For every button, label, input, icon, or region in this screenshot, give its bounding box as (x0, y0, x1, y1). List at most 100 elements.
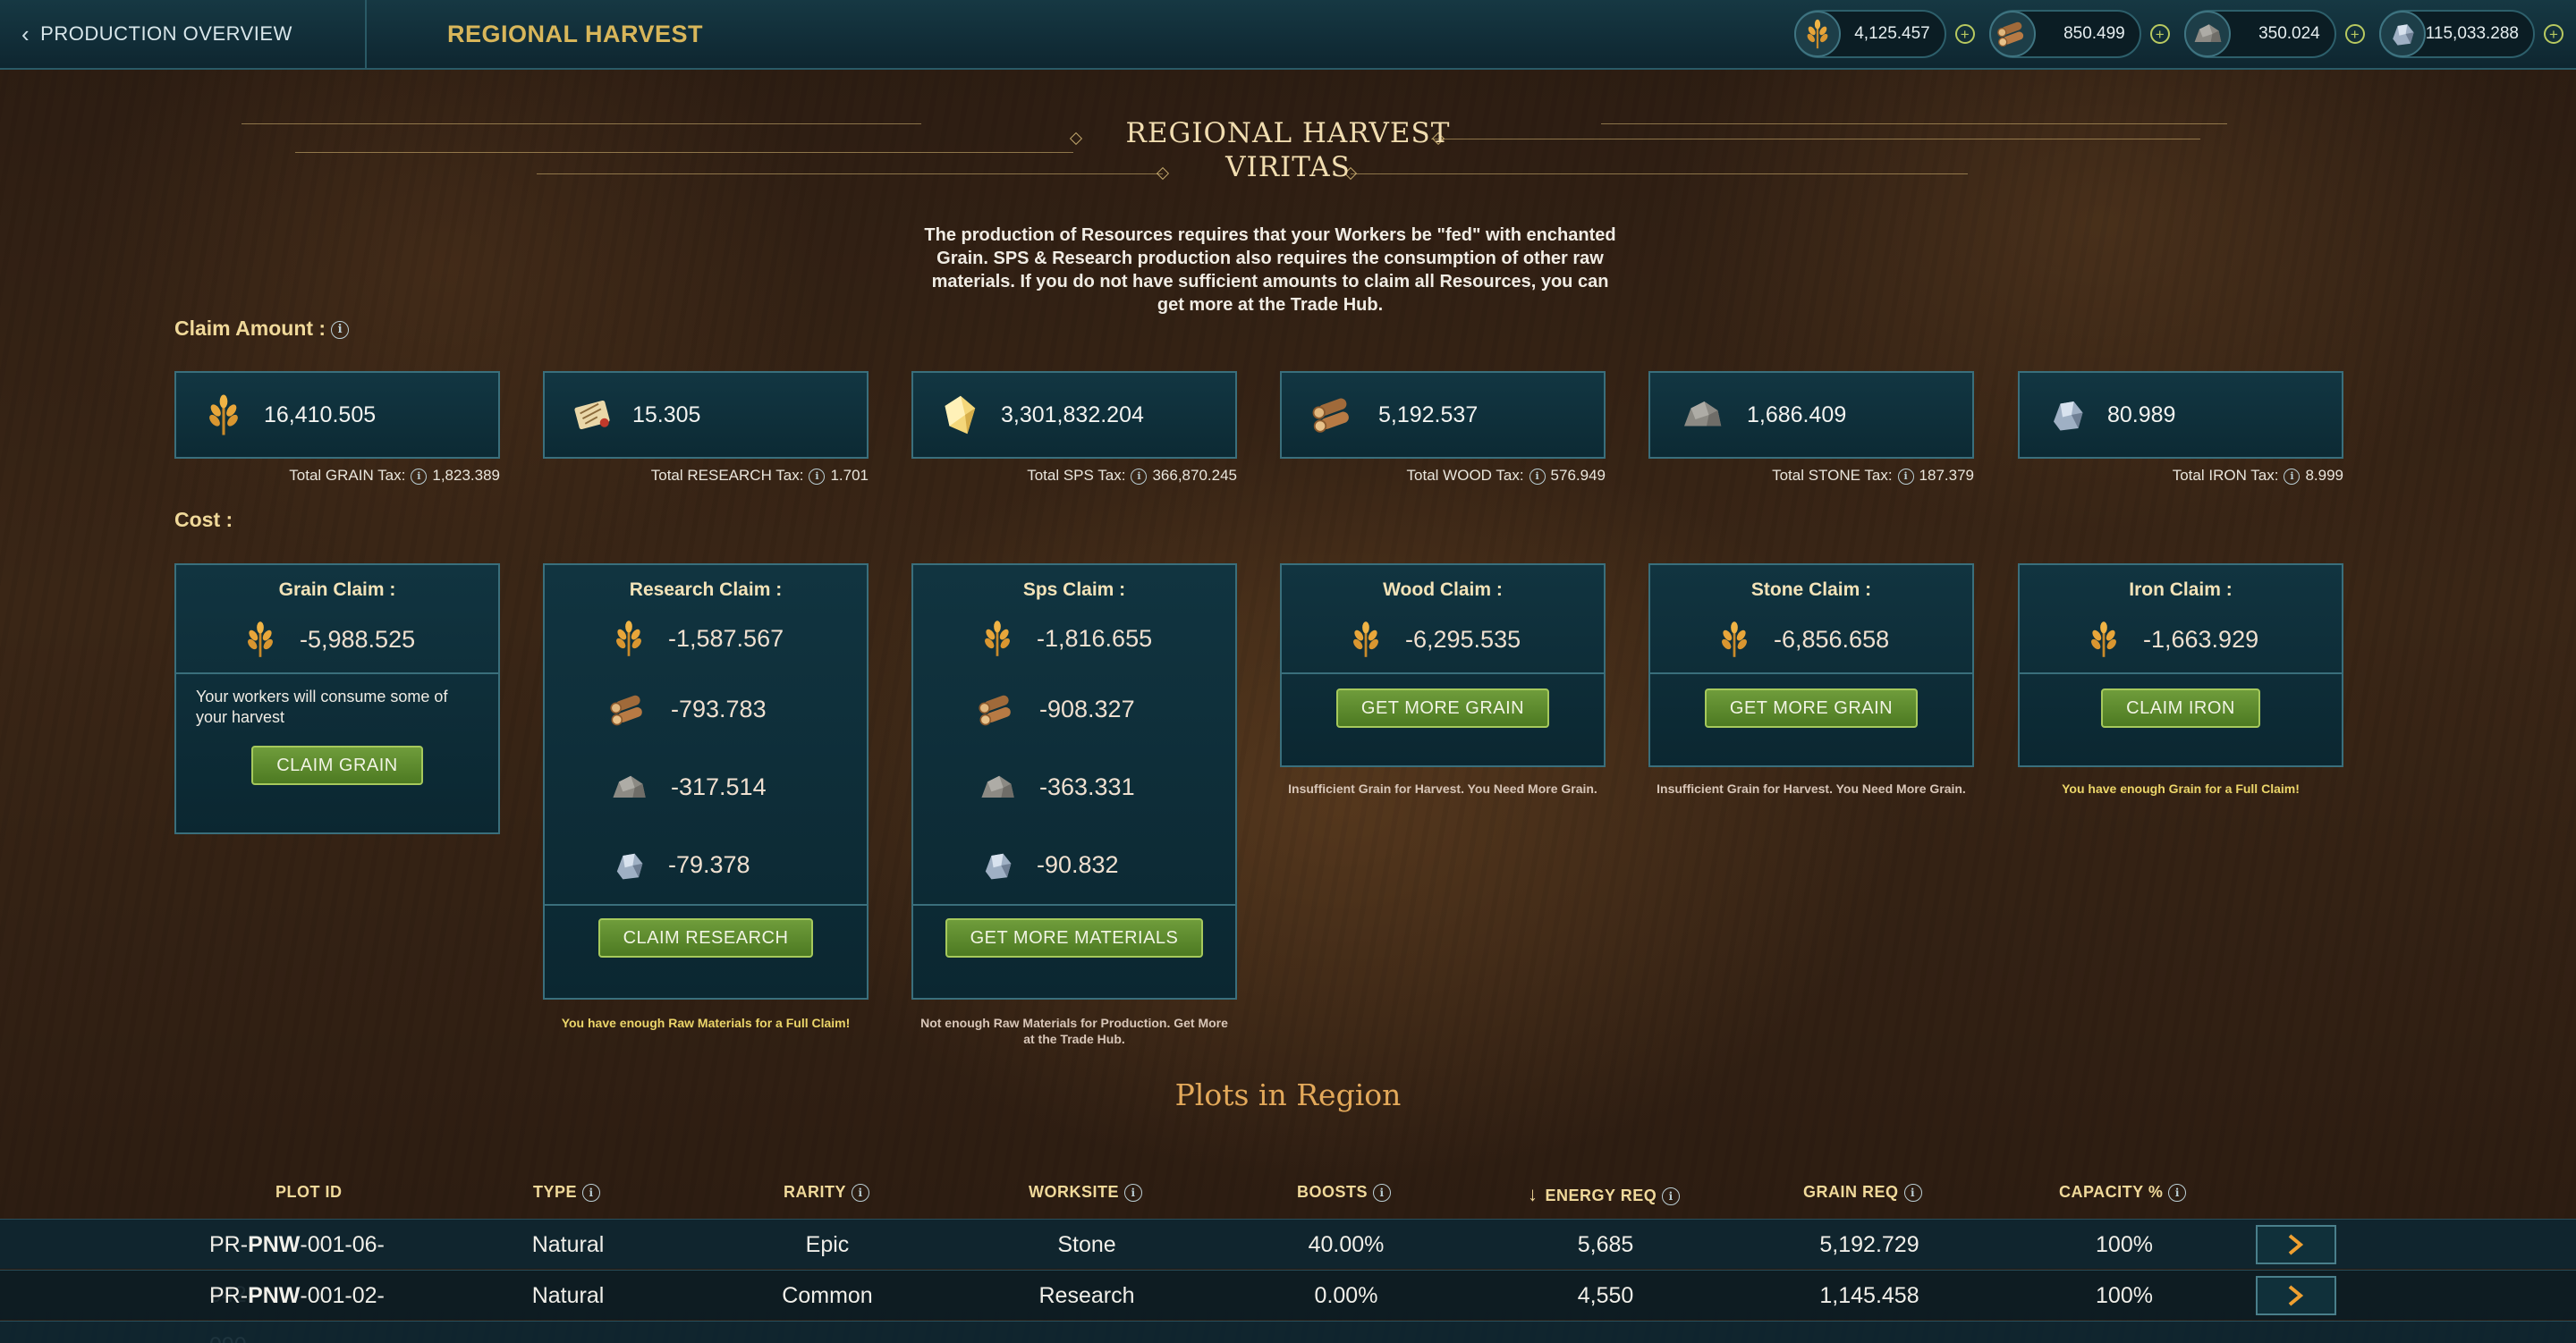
tax-label: Total GRAIN Tax: (289, 467, 406, 484)
region-name: VIRITAS (1225, 151, 1351, 183)
stone-cost-value: -317.514 (671, 773, 767, 800)
grain-icon (241, 620, 280, 659)
production-description: The production of Resources requires tha… (924, 225, 1616, 315)
info-icon[interactable]: i (331, 320, 350, 339)
cost-row: -6,856.658 (1650, 606, 1972, 672)
plot-rarity: Common (782, 1283, 873, 1308)
info-icon[interactable]: i (809, 468, 826, 485)
grain-claim-title: Grain Claim : (278, 579, 396, 600)
column-label: TYPE (533, 1183, 578, 1201)
column-header-energy-req[interactable]: ↓ ENERGY REQ i (1528, 1183, 1681, 1206)
info-icon[interactable]: i (2284, 468, 2301, 485)
iron-claim-card: Iron Claim : -1,663.929 CLAIM IRON (2018, 563, 2343, 767)
research-amount-value: 15.305 (632, 401, 701, 427)
info-icon[interactable]: i (852, 1184, 869, 1203)
info-icon[interactable]: i (1131, 468, 1148, 485)
iron-claim-title: Iron Claim : (2129, 579, 2233, 600)
info-icon[interactable]: i (1662, 1187, 1681, 1206)
column-label: GRAIN REQ (1803, 1183, 1899, 1201)
column-header-worksite[interactable]: WORKSITE i (1029, 1183, 1142, 1203)
column-header-plot-id[interactable]: PLOT ID (275, 1183, 343, 1202)
wood-balance-value: 850.499 (2063, 24, 2125, 43)
stone-balance: 350.024 (2183, 10, 2336, 58)
research-claim-amount: 15.305 (543, 371, 869, 459)
sps-claim-message: Not enough Raw Materials for Production.… (920, 1016, 1228, 1046)
wood-cost-value: -908.327 (1039, 696, 1135, 722)
info-icon[interactable]: i (411, 468, 428, 485)
chevron-right-icon (2288, 1285, 2304, 1306)
info-icon[interactable]: i (1529, 468, 1546, 485)
stone-claim-title: Stone Claim : (1750, 579, 1872, 600)
iron-icon (978, 846, 1017, 885)
open-plot-button[interactable] (2256, 1276, 2336, 1315)
tax-label: Total IRON Tax: (2172, 467, 2279, 484)
stone-amount-value: 1,686.409 (1747, 401, 1847, 427)
claim-grain-button[interactable]: CLAIM GRAIN (251, 746, 423, 785)
cost-row: -90.832 (913, 826, 1235, 904)
iron-icon (2045, 393, 2089, 437)
info-icon[interactable]: i (582, 1184, 601, 1203)
plot-type: Natural (531, 1283, 605, 1308)
plot-energy-req: 4,550 (1577, 1283, 1634, 1308)
iron-tax: Total IRON Tax: i 8.999 (2018, 467, 2343, 485)
grain-icon (1715, 620, 1754, 659)
table-row: PR-PNW-001-02-090 Natural Common Researc… (0, 1270, 2576, 1343)
plot-grain-req: 1,145.458 (1819, 1283, 1919, 1308)
grain-cost-value: -1,663.929 (2143, 625, 2259, 653)
cost-row: -79.378 (545, 826, 867, 904)
add-stone-button[interactable]: + (2344, 24, 2365, 44)
claim-iron-button[interactable]: CLAIM IRON (2101, 688, 2260, 728)
column-header-type[interactable]: TYPE i (533, 1183, 601, 1203)
column-header-rarity[interactable]: RARITY i (784, 1183, 869, 1203)
column-header-capacity[interactable]: CAPACITY % i (2059, 1183, 2187, 1203)
info-icon[interactable]: i (1897, 468, 1914, 485)
stone-icon (606, 768, 651, 807)
plot-boosts: 0.00% (1314, 1283, 1378, 1308)
cost-row: -6,295.535 (1282, 606, 1604, 672)
production-overview-back-button[interactable]: ‹ PRODUCTION OVERVIEW (0, 0, 367, 69)
cost-row: -793.783 (545, 671, 867, 748)
wood-icon (975, 690, 1020, 730)
column-header-grain-req[interactable]: GRAIN REQ i (1803, 1183, 1922, 1203)
add-wood-button[interactable]: + (2149, 24, 2170, 44)
add-iron-button[interactable]: + (2544, 24, 2563, 44)
wood-balance: 850.499 (1988, 10, 2141, 58)
iron-cost-value: -79.378 (668, 851, 750, 878)
tax-value: 1.701 (830, 467, 869, 484)
iron-icon (609, 846, 648, 885)
grain-icon (1346, 620, 1385, 659)
cost-row: -1,663.929 (2020, 606, 2342, 672)
card-divider (1650, 672, 1972, 674)
grain-cost-value: -1,587.567 (668, 624, 784, 652)
info-icon[interactable]: i (1373, 1184, 1392, 1203)
research-scroll-icon (570, 393, 614, 437)
grain-icon (2084, 620, 2123, 659)
stone-claim-card: Stone Claim : -6,856.658 GET MORE GRAIN (1648, 563, 1974, 767)
wood-icon (1988, 11, 2036, 57)
plot-worksite: Stone (1057, 1232, 1116, 1257)
region-title: REGIONAL HARVEST (1125, 117, 1451, 149)
column-label: ENERGY REQ (1545, 1187, 1657, 1204)
tax-label: Total STONE Tax: (1772, 467, 1893, 484)
get-more-grain-button[interactable]: GET MORE GRAIN (1704, 688, 1919, 728)
get-more-grain-button[interactable]: GET MORE GRAIN (1335, 688, 1550, 728)
chevron-right-icon (2288, 1234, 2304, 1255)
claim-amount-label: Claim Amount : (174, 317, 326, 340)
page-title: REGIONAL HARVEST (447, 20, 704, 47)
research-claim-title: Research Claim : (629, 579, 783, 600)
info-icon[interactable]: i (1903, 1184, 1922, 1203)
plot-capacity: 100% (2096, 1283, 2153, 1308)
add-grain-button[interactable]: + (1954, 24, 1975, 44)
cost-row: -1,587.567 (545, 606, 867, 671)
cost-row: -363.331 (913, 748, 1235, 826)
info-icon[interactable]: i (2168, 1184, 2187, 1203)
get-more-materials-button[interactable]: GET MORE MATERIALS (945, 918, 1204, 958)
info-icon[interactable]: i (1124, 1184, 1142, 1203)
tax-value: 8.999 (2305, 467, 2343, 484)
claim-research-button[interactable]: CLAIM RESEARCH (597, 918, 814, 958)
grain-balance-value: 4,125.457 (1854, 24, 1930, 43)
grain-icon (609, 619, 648, 658)
column-header-boosts[interactable]: BOOSTS i (1297, 1183, 1392, 1203)
open-plot-button[interactable] (2256, 1225, 2336, 1264)
grain-claim-note: Your workers will consume some of your h… (196, 688, 448, 726)
